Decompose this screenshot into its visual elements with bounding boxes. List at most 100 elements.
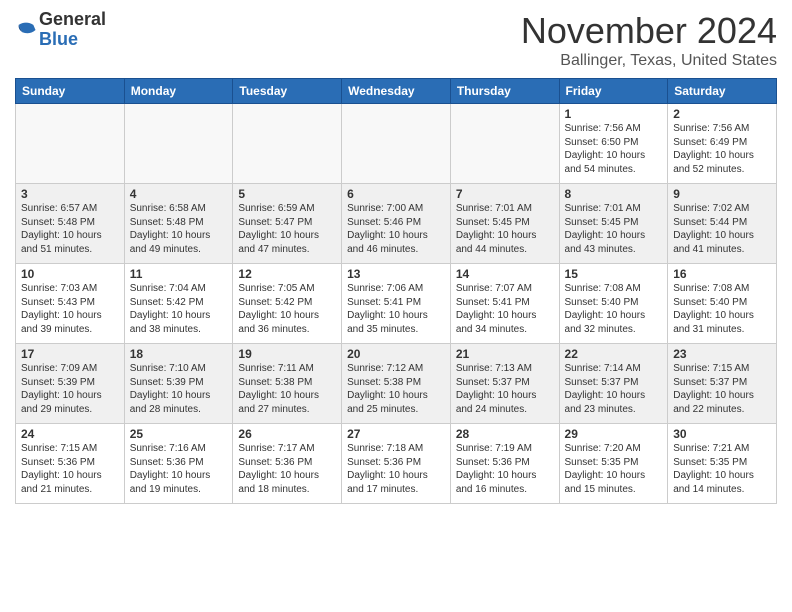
day-number: 18 <box>130 347 228 361</box>
day-info: Sunrise: 7:20 AMSunset: 5:35 PMDaylight:… <box>565 442 663 496</box>
day-info: Sunrise: 7:56 AMSunset: 6:49 PMDaylight:… <box>673 122 771 176</box>
day-number: 6 <box>347 187 445 201</box>
day-number: 24 <box>21 427 119 441</box>
day-number: 5 <box>238 187 336 201</box>
calendar-cell: 27Sunrise: 7:18 AMSunset: 5:36 PMDayligh… <box>342 424 451 504</box>
day-number: 27 <box>347 427 445 441</box>
day-number: 20 <box>347 347 445 361</box>
day-number: 16 <box>673 267 771 281</box>
day-number: 10 <box>21 267 119 281</box>
day-number: 21 <box>456 347 554 361</box>
calendar-cell: 18Sunrise: 7:10 AMSunset: 5:39 PMDayligh… <box>124 344 233 424</box>
day-info: Sunrise: 7:09 AMSunset: 5:39 PMDaylight:… <box>21 362 119 416</box>
calendar-cell <box>233 104 342 184</box>
day-number: 19 <box>238 347 336 361</box>
calendar-header-friday: Friday <box>559 79 668 104</box>
day-number: 23 <box>673 347 771 361</box>
day-number: 4 <box>130 187 228 201</box>
calendar-cell: 30Sunrise: 7:21 AMSunset: 5:35 PMDayligh… <box>668 424 777 504</box>
calendar-cell: 21Sunrise: 7:13 AMSunset: 5:37 PMDayligh… <box>450 344 559 424</box>
calendar-cell: 16Sunrise: 7:08 AMSunset: 5:40 PMDayligh… <box>668 264 777 344</box>
calendar-cell: 10Sunrise: 7:03 AMSunset: 5:43 PMDayligh… <box>16 264 125 344</box>
calendar-cell <box>124 104 233 184</box>
calendar-cell: 7Sunrise: 7:01 AMSunset: 5:45 PMDaylight… <box>450 184 559 264</box>
day-info: Sunrise: 7:15 AMSunset: 5:37 PMDaylight:… <box>673 362 771 416</box>
day-number: 13 <box>347 267 445 281</box>
page: General Blue November 2024 Ballinger, Te… <box>0 0 792 612</box>
calendar-header-thursday: Thursday <box>450 79 559 104</box>
calendar-cell: 5Sunrise: 6:59 AMSunset: 5:47 PMDaylight… <box>233 184 342 264</box>
calendar: SundayMondayTuesdayWednesdayThursdayFrid… <box>15 78 777 504</box>
calendar-cell: 15Sunrise: 7:08 AMSunset: 5:40 PMDayligh… <box>559 264 668 344</box>
day-info: Sunrise: 7:08 AMSunset: 5:40 PMDaylight:… <box>565 282 663 336</box>
logo-blue: Blue <box>39 30 106 50</box>
calendar-cell: 22Sunrise: 7:14 AMSunset: 5:37 PMDayligh… <box>559 344 668 424</box>
location: Ballinger, Texas, United States <box>521 52 777 70</box>
day-info: Sunrise: 7:17 AMSunset: 5:36 PMDaylight:… <box>238 442 336 496</box>
day-number: 28 <box>456 427 554 441</box>
day-number: 3 <box>21 187 119 201</box>
calendar-week-4: 17Sunrise: 7:09 AMSunset: 5:39 PMDayligh… <box>16 344 777 424</box>
day-info: Sunrise: 7:18 AMSunset: 5:36 PMDaylight:… <box>347 442 445 496</box>
logo-icon <box>15 19 37 41</box>
day-info: Sunrise: 7:01 AMSunset: 5:45 PMDaylight:… <box>565 202 663 256</box>
logo: General Blue <box>15 10 106 50</box>
calendar-cell: 12Sunrise: 7:05 AMSunset: 5:42 PMDayligh… <box>233 264 342 344</box>
day-info: Sunrise: 7:00 AMSunset: 5:46 PMDaylight:… <box>347 202 445 256</box>
day-info: Sunrise: 7:12 AMSunset: 5:38 PMDaylight:… <box>347 362 445 416</box>
day-info: Sunrise: 6:59 AMSunset: 5:47 PMDaylight:… <box>238 202 336 256</box>
day-info: Sunrise: 7:01 AMSunset: 5:45 PMDaylight:… <box>456 202 554 256</box>
calendar-cell: 29Sunrise: 7:20 AMSunset: 5:35 PMDayligh… <box>559 424 668 504</box>
calendar-cell: 14Sunrise: 7:07 AMSunset: 5:41 PMDayligh… <box>450 264 559 344</box>
day-number: 30 <box>673 427 771 441</box>
day-info: Sunrise: 7:16 AMSunset: 5:36 PMDaylight:… <box>130 442 228 496</box>
calendar-cell: 23Sunrise: 7:15 AMSunset: 5:37 PMDayligh… <box>668 344 777 424</box>
day-info: Sunrise: 7:05 AMSunset: 5:42 PMDaylight:… <box>238 282 336 336</box>
calendar-week-1: 1Sunrise: 7:56 AMSunset: 6:50 PMDaylight… <box>16 104 777 184</box>
calendar-cell: 28Sunrise: 7:19 AMSunset: 5:36 PMDayligh… <box>450 424 559 504</box>
calendar-cell: 24Sunrise: 7:15 AMSunset: 5:36 PMDayligh… <box>16 424 125 504</box>
calendar-cell: 6Sunrise: 7:00 AMSunset: 5:46 PMDaylight… <box>342 184 451 264</box>
calendar-cell: 19Sunrise: 7:11 AMSunset: 5:38 PMDayligh… <box>233 344 342 424</box>
day-number: 1 <box>565 107 663 121</box>
calendar-cell <box>342 104 451 184</box>
day-number: 7 <box>456 187 554 201</box>
day-info: Sunrise: 7:07 AMSunset: 5:41 PMDaylight:… <box>456 282 554 336</box>
day-number: 25 <box>130 427 228 441</box>
calendar-cell: 26Sunrise: 7:17 AMSunset: 5:36 PMDayligh… <box>233 424 342 504</box>
calendar-header-sunday: Sunday <box>16 79 125 104</box>
calendar-cell: 20Sunrise: 7:12 AMSunset: 5:38 PMDayligh… <box>342 344 451 424</box>
day-number: 26 <box>238 427 336 441</box>
calendar-cell: 1Sunrise: 7:56 AMSunset: 6:50 PMDaylight… <box>559 104 668 184</box>
day-info: Sunrise: 7:14 AMSunset: 5:37 PMDaylight:… <box>565 362 663 416</box>
day-number: 11 <box>130 267 228 281</box>
day-number: 12 <box>238 267 336 281</box>
day-info: Sunrise: 7:15 AMSunset: 5:36 PMDaylight:… <box>21 442 119 496</box>
calendar-cell: 13Sunrise: 7:06 AMSunset: 5:41 PMDayligh… <box>342 264 451 344</box>
day-info: Sunrise: 7:08 AMSunset: 5:40 PMDaylight:… <box>673 282 771 336</box>
day-number: 15 <box>565 267 663 281</box>
day-info: Sunrise: 7:13 AMSunset: 5:37 PMDaylight:… <box>456 362 554 416</box>
day-info: Sunrise: 7:06 AMSunset: 5:41 PMDaylight:… <box>347 282 445 336</box>
calendar-header-tuesday: Tuesday <box>233 79 342 104</box>
day-number: 8 <box>565 187 663 201</box>
day-info: Sunrise: 7:04 AMSunset: 5:42 PMDaylight:… <box>130 282 228 336</box>
day-number: 22 <box>565 347 663 361</box>
day-info: Sunrise: 7:10 AMSunset: 5:39 PMDaylight:… <box>130 362 228 416</box>
calendar-cell: 11Sunrise: 7:04 AMSunset: 5:42 PMDayligh… <box>124 264 233 344</box>
month-title: November 2024 <box>521 10 777 52</box>
title-area: November 2024 Ballinger, Texas, United S… <box>521 10 777 70</box>
day-info: Sunrise: 7:03 AMSunset: 5:43 PMDaylight:… <box>21 282 119 336</box>
calendar-cell: 4Sunrise: 6:58 AMSunset: 5:48 PMDaylight… <box>124 184 233 264</box>
calendar-cell <box>16 104 125 184</box>
calendar-cell <box>450 104 559 184</box>
calendar-week-5: 24Sunrise: 7:15 AMSunset: 5:36 PMDayligh… <box>16 424 777 504</box>
calendar-cell: 17Sunrise: 7:09 AMSunset: 5:39 PMDayligh… <box>16 344 125 424</box>
header: General Blue November 2024 Ballinger, Te… <box>15 10 777 70</box>
day-info: Sunrise: 7:56 AMSunset: 6:50 PMDaylight:… <box>565 122 663 176</box>
day-number: 17 <box>21 347 119 361</box>
day-number: 29 <box>565 427 663 441</box>
calendar-header-saturday: Saturday <box>668 79 777 104</box>
calendar-cell: 9Sunrise: 7:02 AMSunset: 5:44 PMDaylight… <box>668 184 777 264</box>
calendar-cell: 2Sunrise: 7:56 AMSunset: 6:49 PMDaylight… <box>668 104 777 184</box>
